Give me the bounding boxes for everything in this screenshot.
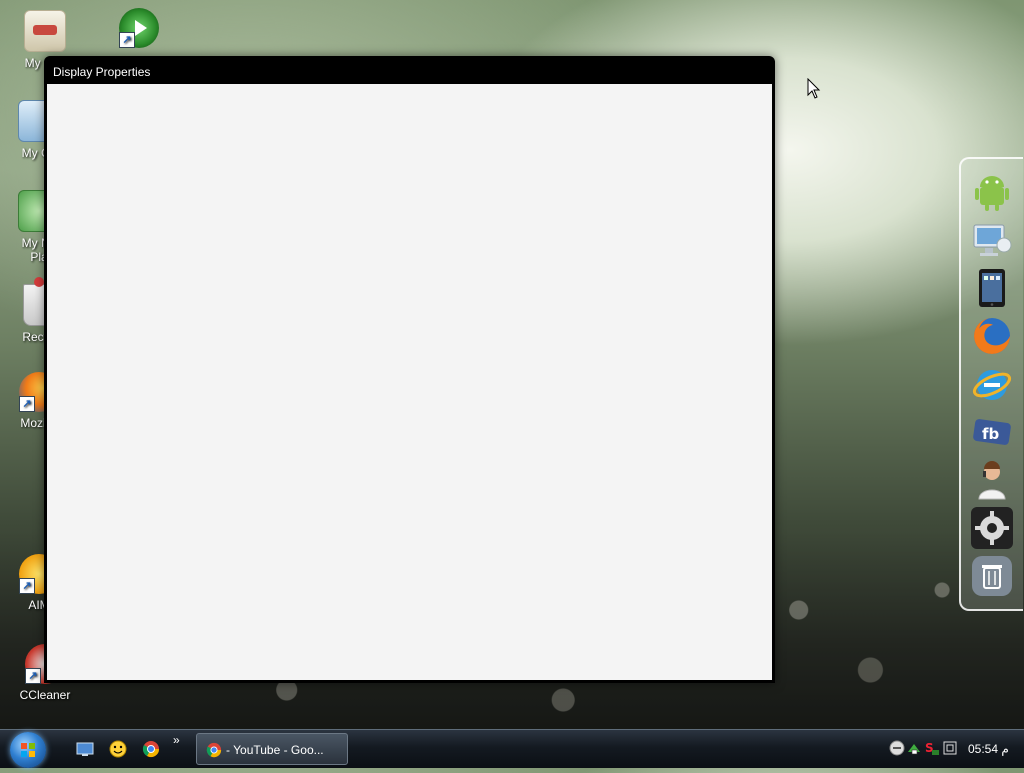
headphones-media-icon: ↗ [119,8,159,48]
trash-icon[interactable] [971,555,1013,597]
computer-icon[interactable] [971,219,1013,261]
chrome-icon [206,742,222,758]
taskbar-button-label: - YouTube - Goo... [226,743,324,757]
window-client-area [47,84,772,680]
messenger-tray-icon[interactable] [889,740,905,756]
firefox-icon[interactable] [971,315,1013,357]
svg-text:fb: fb [982,425,1000,443]
shortcut-arrow-icon: ↗ [25,668,41,684]
facebook-icon[interactable]: fb [971,411,1013,453]
quick-launch-overflow-button[interactable]: » [173,733,180,747]
android-icon[interactable] [971,171,1013,213]
chrome-icon[interactable] [142,740,160,758]
side-dock: fb [959,157,1023,611]
display-properties-window[interactable]: Display Properties [44,56,775,683]
documents-icon [24,10,66,52]
window-title: Display Properties [53,65,151,79]
security-tray-icon[interactable]: S [924,740,940,756]
tablet-icon[interactable] [971,267,1013,309]
window-titlebar[interactable]: Display Properties [44,56,775,84]
shortcut-arrow-icon: ↗ [19,578,35,594]
shortcut-arrow-icon: ↗ [119,32,135,48]
windows-logo-icon [21,743,35,757]
taskbar-button-youtube-chrome[interactable]: - YouTube - Goo... [196,733,348,765]
network-tray-icon[interactable] [906,740,922,756]
shortcut-arrow-icon: ↗ [19,396,35,412]
start-button[interactable] [10,732,46,768]
system-clock[interactable]: 05:54 م [968,742,1009,756]
desktop-icon-media-player[interactable]: ↗ [94,8,184,52]
settings-gear-icon[interactable] [971,507,1013,549]
language-tray-icon[interactable] [942,740,958,756]
user-support-icon[interactable] [971,459,1013,501]
taskbar: » - YouTube - Goo... S 05:54 م [0,729,1024,768]
internet-explorer-icon[interactable] [971,363,1013,405]
messenger-smiley-icon[interactable] [109,740,127,758]
desktop-icon-label: CCleaner [19,688,71,702]
show-desktop-icon[interactable] [76,740,94,758]
